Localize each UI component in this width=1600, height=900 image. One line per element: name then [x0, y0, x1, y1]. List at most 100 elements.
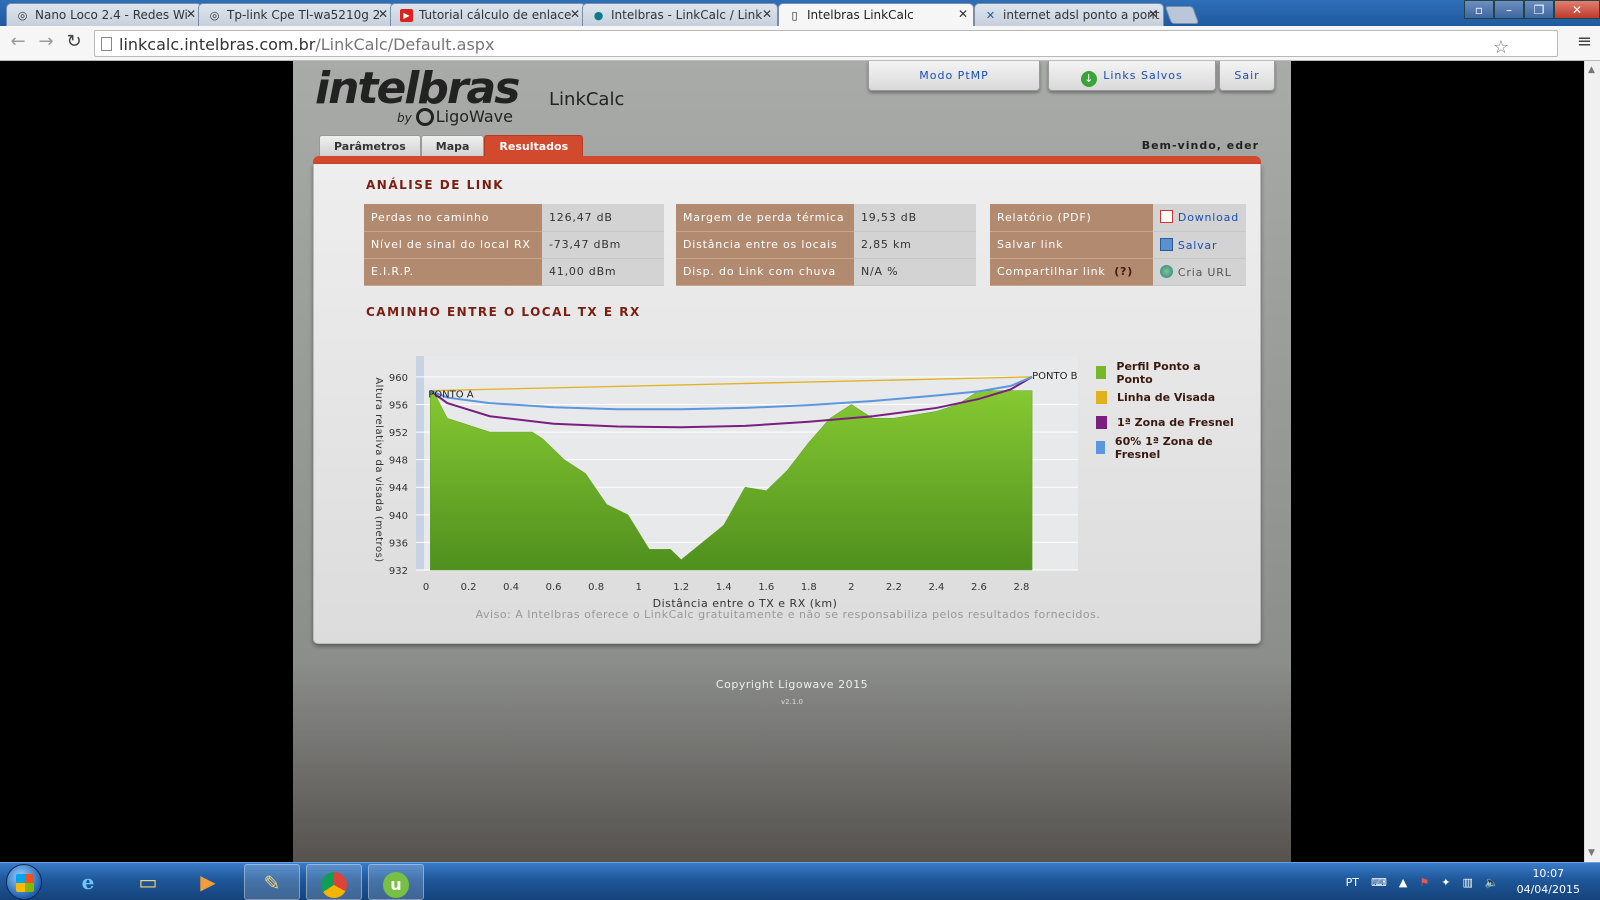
dropbox-icon[interactable]: ✦: [1441, 876, 1450, 889]
chrome-icon[interactable]: [306, 864, 362, 900]
legend-item[interactable]: 60% 1ª Zona de Fresnel: [1096, 435, 1234, 461]
table-row: Disp. do Link com chuva N/A %: [676, 258, 976, 286]
value-cell: -73,47 dBm: [542, 231, 664, 259]
legend-item[interactable]: Perfil Ponto a Ponto: [1096, 359, 1234, 386]
browser-tab[interactable]: ◎ Tp-link Cpe Tl-wa5210g 2 ✕: [198, 3, 394, 26]
reload-icon[interactable]: ↻: [62, 31, 86, 52]
browser-toolbar: ← → ↻ linkcalc.intelbras.com.br/LinkCalc…: [0, 26, 1600, 61]
close-icon[interactable]: ✕: [570, 7, 580, 21]
modo-ptmp-button[interactable]: Modo PtMP: [868, 61, 1040, 91]
ie-icon[interactable]: e: [60, 864, 116, 900]
value-cell: 41,00 dBm: [542, 258, 664, 286]
x-tick-label: 1.6: [758, 582, 774, 593]
x-tick-label: 1.8: [801, 582, 817, 593]
x-tick-label: 1.2: [673, 582, 689, 593]
close-icon[interactable]: ✕: [1148, 7, 1158, 21]
by-label: by: [397, 111, 412, 125]
browser-tab[interactable]: ✕ internet adsl ponto a pont ✕: [974, 3, 1164, 26]
chart-legend: Perfil Ponto a Ponto Linha de Visada 1ª …: [1096, 359, 1234, 461]
table-row: Nível de sinal do local RX -73,47 dBm: [364, 231, 664, 259]
legend-label: Perfil Ponto a Ponto: [1116, 359, 1201, 386]
label-cell: Compartilhar link (?): [990, 258, 1153, 286]
explorer-icon[interactable]: ▭: [120, 864, 176, 900]
legend-label: 1ª Zona de Fresnel: [1117, 416, 1234, 429]
close-icon[interactable]: ✕: [186, 7, 196, 21]
user-icon[interactable]: ▫: [1464, 0, 1494, 19]
close-window-button[interactable]: ✕: [1554, 0, 1600, 19]
page-viewport: intelbras by LigoWave LinkCalc Modo PtMP …: [0, 61, 1584, 862]
cria-url-link[interactable]: Cria URL: [1178, 266, 1232, 279]
x-tick-label: 0.4: [503, 582, 519, 593]
copyright: Copyright Ligowave 2015: [715, 678, 869, 691]
tab-mapa[interactable]: Mapa: [420, 135, 485, 157]
windows-logo-icon: [16, 874, 34, 892]
bookmark-star-icon[interactable]: ☆: [1493, 37, 1509, 58]
page-scrollbar[interactable]: ▲ ▼: [1584, 61, 1600, 862]
browser-tab[interactable]: ◎ Nano Loco 2.4 - Redes Wi ✕: [6, 3, 202, 26]
utorrent-icon[interactable]: u: [368, 864, 424, 900]
browser-tab[interactable]: ● Intelbras - LinkCalc / Link ✕: [582, 3, 778, 26]
close-icon[interactable]: ✕: [958, 7, 968, 21]
download-link[interactable]: Download: [1178, 211, 1239, 224]
legend-label: Linha de Visada: [1117, 391, 1216, 404]
browser-tab[interactable]: ▶ Tutorial cálculo de enlace ✕: [390, 3, 586, 26]
plot-left-strip: [416, 356, 424, 570]
y-tick-label: 952: [389, 428, 408, 439]
browser-tab-strip: ◎ Nano Loco 2.4 - Redes Wi ✕ ◎ Tp-link C…: [0, 0, 1600, 27]
sair-button[interactable]: Sair: [1219, 61, 1275, 91]
ligowave-byline: by LigoWave: [397, 107, 513, 126]
address-bar[interactable]: linkcalc.intelbras.com.br/LinkCalc/Defau…: [94, 30, 1558, 58]
media-player-icon[interactable]: ▶: [180, 864, 236, 900]
tab-parametros[interactable]: Parâmetros: [319, 135, 421, 157]
windows-taskbar: e ▭ ▶ ✎ u PT ⌨ ▲ ⚑ ✦ ▥ 🔈 10:07 04/04/2015: [0, 862, 1600, 900]
links-salvos-label: Links Salvos: [1103, 69, 1183, 82]
value-cell: Download: [1152, 204, 1246, 232]
new-tab-button[interactable]: [1164, 6, 1200, 24]
maximize-button[interactable]: ❐: [1524, 0, 1554, 19]
close-icon[interactable]: ✕: [378, 7, 388, 21]
table-row: Distância entre os locais 2,85 km: [676, 231, 976, 259]
language-indicator[interactable]: PT: [1346, 876, 1359, 889]
wifi-icon: ◎: [209, 9, 220, 22]
x-tick-label: 0.8: [588, 582, 604, 593]
legend-swatch: [1096, 441, 1105, 454]
y-tick-label: 960: [389, 373, 408, 384]
action-center-icon[interactable]: ⚑: [1419, 876, 1429, 889]
analysis-table-2: Margem de perda térmica 19,53 dB Distânci…: [676, 204, 976, 286]
legend-item[interactable]: 1ª Zona de Fresnel: [1096, 410, 1234, 435]
clock-time: 10:07: [1532, 867, 1565, 880]
legend-item[interactable]: Linha de Visada: [1096, 385, 1234, 410]
x-tick-label: 2.6: [971, 582, 987, 593]
paint-icon[interactable]: ✎: [244, 864, 300, 900]
legend-swatch: [1096, 416, 1107, 429]
keyboard-icon[interactable]: ⌨: [1371, 876, 1387, 889]
youtube-icon: ▶: [400, 9, 413, 22]
clock[interactable]: 10:07 04/04/2015: [1511, 866, 1586, 898]
tab-title: Tp-link Cpe Tl-wa5210g 2: [227, 8, 381, 22]
tab-resultados[interactable]: Resultados: [484, 135, 584, 157]
browser-tab-active[interactable]: ▯ Intelbras LinkCalc ✕: [778, 3, 974, 27]
start-button[interactable]: [6, 864, 42, 900]
scroll-up-icon[interactable]: ▲: [1588, 65, 1595, 75]
links-salvos-button[interactable]: ↓ Links Salvos: [1048, 61, 1216, 91]
back-icon[interactable]: ←: [6, 31, 30, 52]
y-axis-label: Altura relativa da visada (metros): [373, 377, 384, 562]
network-icon[interactable]: ▥: [1462, 876, 1472, 889]
label-cell: Disp. do Link com chuva: [676, 258, 854, 286]
globe-icon: [1159, 264, 1173, 278]
x-tick-label: 1: [635, 582, 641, 593]
tab-title: Nano Loco 2.4 - Redes Wi: [35, 8, 188, 22]
menu-icon[interactable]: ≡: [1577, 31, 1592, 52]
table-row: Perdas no caminho 126,47 dB: [364, 204, 664, 232]
results-panel: ANÁLISE DE LINK Perdas no caminho 126,47 …: [313, 164, 1261, 644]
volume-icon[interactable]: 🔈: [1485, 876, 1499, 889]
clock-date: 04/04/2015: [1516, 883, 1580, 896]
minimize-button[interactable]: –: [1494, 0, 1524, 19]
help-link[interactable]: (?): [1114, 265, 1133, 278]
salvar-link[interactable]: Salvar: [1178, 239, 1217, 252]
close-icon[interactable]: ✕: [762, 7, 772, 21]
tray-expand-icon[interactable]: ▲: [1399, 876, 1407, 889]
scroll-down-icon[interactable]: ▼: [1588, 848, 1595, 858]
forward-icon[interactable]: →: [34, 31, 58, 52]
x-tick-label: 0: [423, 582, 429, 593]
